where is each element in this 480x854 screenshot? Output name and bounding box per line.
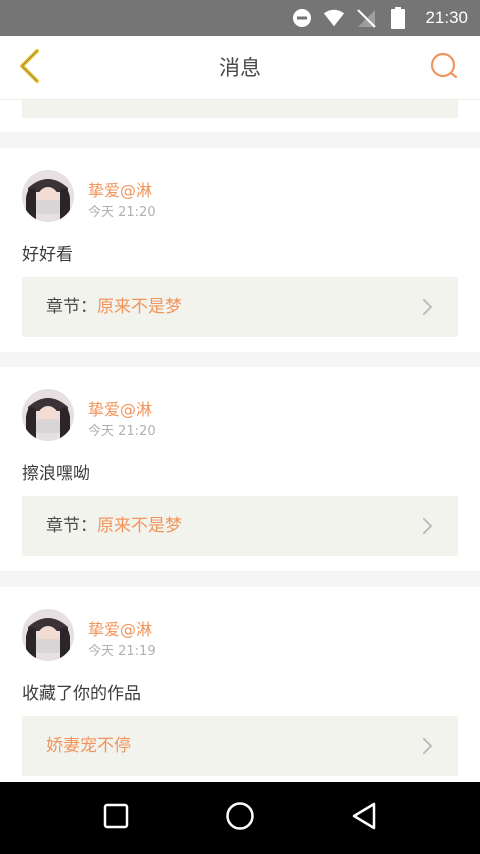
ref-title: 娇妻宠不停 [46, 736, 131, 756]
message-list[interactable]: 挚爱@淋 今天 21:20 好好看 章节：原来不是梦 挚爱@淋 今天 21:20 [0, 100, 480, 782]
message-text: 好好看 [22, 245, 73, 265]
timestamp: 今天 21:20 [88, 424, 156, 439]
triangle-back-icon [350, 801, 378, 835]
battery-icon [387, 7, 409, 29]
message-card: 挚爱@淋 今天 21:19 收藏了你的作品 娇妻宠不停 [0, 587, 480, 782]
ref-title: 原来不是梦 [97, 516, 182, 536]
ref-label: 章节： [46, 516, 97, 536]
system-nav-bar [0, 782, 480, 854]
message-card: 挚爱@淋 今天 21:20 擦浪嘿呦 章节：原来不是梦 [0, 367, 480, 571]
circle-icon [225, 801, 255, 835]
username[interactable]: 挚爱@淋 [88, 177, 152, 201]
chapter-reference[interactable]: 章节：原来不是梦 [22, 277, 458, 337]
work-reference[interactable]: 娇妻宠不停 [22, 716, 458, 776]
avatar[interactable] [22, 389, 74, 441]
recent-apps-button[interactable] [94, 796, 138, 840]
reference-box-partial [22, 100, 458, 118]
square-icon [103, 803, 129, 833]
chapter-reference[interactable]: 章节：原来不是梦 [22, 496, 458, 556]
back-nav-button[interactable] [342, 796, 386, 840]
timestamp: 今天 21:19 [88, 644, 156, 659]
do-not-disturb-icon [291, 7, 313, 29]
chevron-right-icon [418, 736, 438, 756]
wifi-icon [323, 7, 345, 29]
timestamp: 今天 21:20 [88, 205, 156, 220]
home-button[interactable] [218, 796, 262, 840]
ref-title: 原来不是梦 [97, 297, 182, 317]
avatar[interactable] [22, 170, 74, 222]
app-bar: 消息 [0, 36, 480, 100]
message-card: 挚爱@淋 今天 21:20 好好看 章节：原来不是梦 [0, 148, 480, 352]
username[interactable]: 挚爱@淋 [88, 396, 152, 420]
ref-label: 章节： [46, 297, 97, 317]
message-text: 擦浪嘿呦 [22, 464, 90, 484]
message-text: 收藏了你的作品 [22, 684, 141, 704]
page-title: 消息 [219, 56, 261, 80]
username[interactable]: 挚爱@淋 [88, 616, 152, 640]
status-time: 21:30 [425, 8, 468, 27]
avatar[interactable] [22, 609, 74, 661]
message-card-partial [0, 100, 480, 132]
search-button[interactable] [428, 52, 460, 84]
chevron-right-icon [418, 516, 438, 536]
status-bar: 21:30 [0, 0, 480, 36]
search-icon [429, 51, 459, 85]
no-signal-icon [355, 7, 377, 29]
chevron-right-icon [418, 297, 438, 317]
